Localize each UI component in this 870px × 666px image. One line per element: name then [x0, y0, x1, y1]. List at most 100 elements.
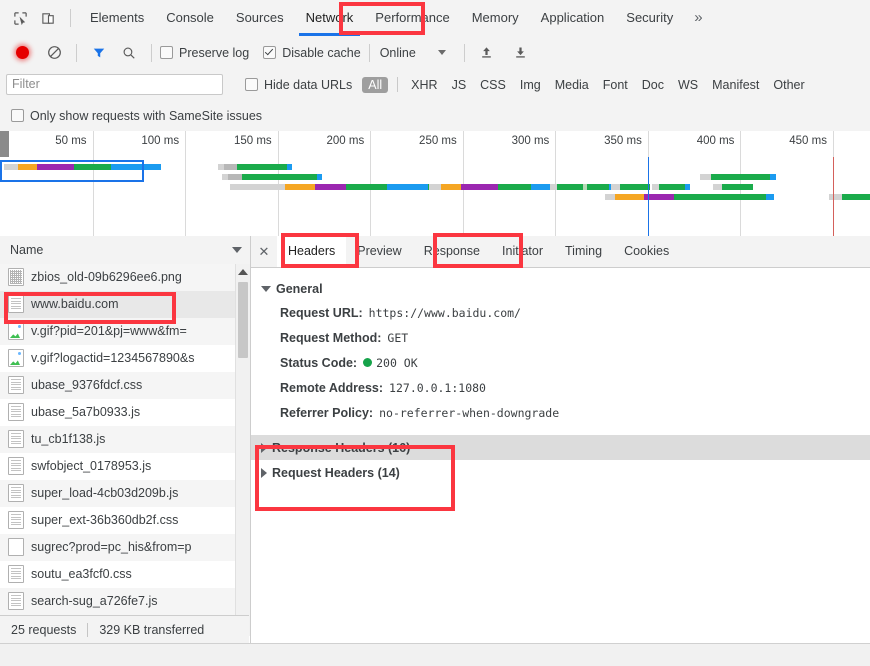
request-list-scrollbar[interactable] [235, 264, 250, 636]
image-file-icon [8, 322, 24, 340]
type-filter-img[interactable]: Img [514, 77, 547, 93]
overview-tick-label: 400 ms [697, 135, 741, 147]
transferred-size: 329 KB transferred [99, 623, 204, 637]
filter-funnel-icon[interactable] [85, 39, 113, 67]
waterfall-segment [550, 184, 557, 190]
request-row[interactable]: super_ext-36b360db2f.css [0, 507, 250, 534]
request-headers-section[interactable]: Request Headers (14) [251, 460, 870, 485]
waterfall-segment [766, 194, 773, 200]
type-filter-doc[interactable]: Doc [636, 77, 670, 93]
more-tabs-icon[interactable]: » [684, 0, 712, 36]
type-filter-css[interactable]: CSS [474, 77, 512, 93]
type-filter-divider [397, 77, 398, 92]
close-icon[interactable]: ✕ [251, 236, 277, 267]
waterfall-segment [829, 194, 842, 200]
import-har-icon[interactable] [473, 39, 501, 67]
request-row[interactable]: sugrec?prod=pc_his&from=p [0, 534, 250, 561]
overview-tick-label: 350 ms [604, 135, 648, 147]
request-row[interactable]: ubase_5a7b0933.js [0, 399, 250, 426]
type-filter-media[interactable]: Media [549, 77, 595, 93]
details-tab-preview[interactable]: Preview [346, 236, 412, 267]
status-ok-dot-icon [363, 358, 372, 367]
request-url-key: Request URL: [280, 306, 363, 320]
samesite-filter-row[interactable]: Only show requests with SameSite issues [0, 100, 870, 132]
general-section-header[interactable]: General [251, 278, 870, 300]
request-row[interactable]: search-sug_a726fe7.js [0, 588, 250, 615]
export-har-icon[interactable] [507, 39, 535, 67]
referrer-policy-value: no-referrer-when-downgrade [379, 406, 559, 420]
overview-tick-label: 450 ms [789, 135, 833, 147]
request-row[interactable]: soutu_ea3fcf0.css [0, 561, 250, 588]
request-name: swfobject_0178953.js [31, 459, 151, 473]
request-row[interactable]: zbios_old-09b6296ee6.png [0, 264, 250, 291]
scrollbar-thumb[interactable] [238, 282, 248, 358]
tab-console[interactable]: Console [155, 0, 225, 36]
throttling-select[interactable]: Online [378, 36, 446, 69]
request-row[interactable]: tu_cb1f138.js [0, 426, 250, 453]
overview-selection-window[interactable] [0, 160, 144, 182]
tab-memory[interactable]: Memory [461, 0, 530, 36]
type-filter-xhr[interactable]: XHR [405, 77, 443, 93]
script-file-icon [8, 484, 24, 502]
request-row[interactable]: v.gif?logactid=1234567890&s [0, 345, 250, 372]
type-filter-js[interactable]: JS [446, 77, 473, 93]
details-tab-headers[interactable]: Headers [277, 236, 346, 267]
status-code-value: 200 OK [376, 356, 418, 370]
toolbar-divider [70, 9, 71, 27]
overview-tick-label: 250 ms [419, 135, 463, 147]
tab-network[interactable]: Network [295, 0, 365, 36]
request-row[interactable]: v.gif?pid=201&pj=www&fm= [0, 318, 250, 345]
waterfall-segment [317, 174, 323, 180]
tab-security[interactable]: Security [615, 0, 684, 36]
request-row[interactable]: super_load-4cb03d209b.js [0, 480, 250, 507]
chevron-down-icon[interactable] [232, 247, 242, 253]
tab-performance[interactable]: Performance [364, 0, 460, 36]
scroll-up-icon[interactable] [236, 264, 250, 280]
waterfall-bar [222, 174, 322, 180]
remote-address-value: 127.0.0.1:1080 [389, 381, 486, 395]
request-name: ubase_9376fdcf.css [31, 378, 142, 392]
disable-cache-checkbox[interactable]: Disable cache [263, 36, 361, 69]
type-filter-other[interactable]: Other [767, 77, 810, 93]
type-filter-ws[interactable]: WS [672, 77, 704, 93]
tab-elements[interactable]: Elements [79, 0, 155, 36]
network-overview[interactable]: 50 ms100 ms150 ms200 ms250 ms300 ms350 m… [0, 131, 870, 237]
inspect-element-icon[interactable] [6, 4, 34, 32]
hide-data-urls-checkbox[interactable]: Hide data URLs [245, 78, 352, 92]
request-row[interactable]: swfobject_0178953.js [0, 453, 250, 480]
waterfall-segment [429, 184, 440, 190]
search-icon[interactable] [115, 39, 143, 67]
headers-tab-content: General Request URL: https://www.baidu.c… [251, 268, 870, 653]
overview-gridline [185, 131, 186, 236]
clear-button-icon[interactable] [40, 39, 68, 67]
request-method-value: GET [387, 331, 408, 345]
request-row[interactable]: ubase_9376fdcf.css [0, 372, 250, 399]
waterfall-segment [315, 184, 346, 190]
details-tab-cookies[interactable]: Cookies [613, 236, 680, 267]
details-tab-response[interactable]: Response [413, 236, 491, 267]
details-tab-initiator[interactable]: Initiator [491, 236, 554, 267]
disable-cache-checkbox-box [263, 46, 276, 59]
panel-tabs: Elements Console Sources Network Perform… [79, 0, 713, 36]
record-button-icon[interactable] [8, 39, 36, 67]
overview-tick-label: 200 ms [326, 135, 370, 147]
triangle-down-icon [261, 286, 271, 292]
tab-application[interactable]: Application [530, 0, 616, 36]
disable-cache-label: Disable cache [282, 46, 361, 60]
type-filter-all[interactable]: All [362, 77, 388, 93]
waterfall-segment [620, 184, 650, 190]
type-filter-font[interactable]: Font [597, 77, 634, 93]
column-header-name: Name [10, 243, 43, 257]
request-list-header[interactable]: Name [0, 236, 250, 265]
request-details-panel: ✕ Headers Preview Response Initiator Tim… [251, 236, 870, 642]
preserve-log-checkbox[interactable]: Preserve log [160, 36, 249, 69]
tab-sources[interactable]: Sources [225, 0, 295, 36]
filter-input[interactable] [6, 74, 223, 95]
details-tab-timing[interactable]: Timing [554, 236, 613, 267]
response-headers-section[interactable]: Response Headers (16) [251, 435, 870, 460]
type-filter-manifest[interactable]: Manifest [706, 77, 765, 93]
document-file-icon [8, 295, 24, 313]
request-row-selected[interactable]: www.baidu.com [0, 291, 250, 318]
hide-data-urls-label: Hide data URLs [264, 78, 352, 92]
toggle-device-toolbar-icon[interactable] [34, 4, 62, 32]
